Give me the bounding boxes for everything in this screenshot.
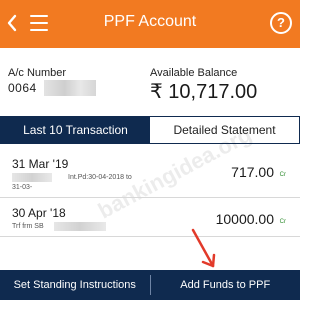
row-divider xyxy=(0,197,300,198)
app-header: PPF Account ? xyxy=(0,0,300,48)
account-number-mask xyxy=(44,80,96,96)
page-title: PPF Account xyxy=(103,13,197,30)
tab-last-10-transaction[interactable]: Last 10 Transaction xyxy=(1,117,150,143)
transaction-desc-mask xyxy=(54,222,106,231)
ppf-account-screen: PPF Account ? A/c Number 0064 Available … xyxy=(0,0,300,314)
set-standing-instructions-button[interactable]: Set Standing Instructions xyxy=(0,279,150,291)
available-balance-label: Available Balance xyxy=(150,67,238,79)
available-balance-value: ₹ 10,717.00 xyxy=(150,81,258,103)
transaction-date: 30 Apr '18 xyxy=(12,206,66,220)
transaction-credit-badge: Cr xyxy=(279,172,286,178)
transaction-desc-mask xyxy=(12,173,52,182)
row-divider xyxy=(0,236,300,237)
transaction-credit-badge: Cr xyxy=(279,219,286,225)
transaction-amount: 717.00 xyxy=(231,164,274,180)
transaction-tabs: Last 10 Transaction Detailed Statement xyxy=(0,116,300,144)
bottom-action-bar: Set Standing Instructions Add Funds to P… xyxy=(0,270,300,300)
add-funds-to-ppf-button[interactable]: Add Funds to PPF xyxy=(151,279,301,291)
account-number-label: A/c Number xyxy=(8,67,67,79)
transaction-date: 31 Mar '19 xyxy=(12,157,69,171)
transaction-amount: 10000.00 xyxy=(215,211,274,227)
account-number-value: 0064 xyxy=(8,81,37,95)
transaction-desc-line1: Trf frm SB xyxy=(12,223,44,230)
transaction-desc-line2: 31-03- xyxy=(12,184,33,191)
transaction-desc-line1: Int.Pd:30-04-2018 to xyxy=(68,174,132,181)
help-question-icon[interactable]: ? xyxy=(270,12,292,34)
